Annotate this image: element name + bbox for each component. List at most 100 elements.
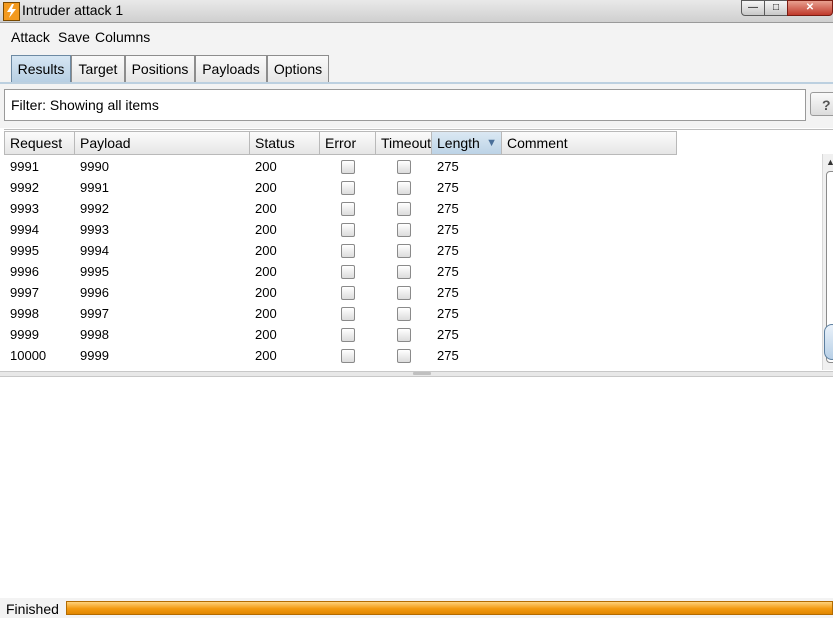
tab-payloads[interactable]: Payloads <box>195 55 267 82</box>
error-checkbox <box>341 244 355 258</box>
window-title: Intruder attack 1 <box>22 2 124 18</box>
column-header-comment[interactable]: Comment <box>502 131 677 155</box>
cell-length: 275 <box>437 180 459 195</box>
cell-request: 9999 <box>10 327 39 342</box>
column-header-timeout[interactable]: Timeout <box>376 131 432 155</box>
error-checkbox <box>341 349 355 363</box>
menu-columns[interactable]: Columns <box>95 29 150 45</box>
table-row[interactable]: 9993 9992 200 275 <box>4 198 677 219</box>
cell-payload: 9991 <box>80 180 109 195</box>
column-header-status[interactable]: Status <box>250 131 320 155</box>
tab-bar: Results Target Positions Payloads Option… <box>0 51 833 84</box>
cell-status: 200 <box>255 180 277 195</box>
cell-payload: 9994 <box>80 243 109 258</box>
splitter-grip[interactable] <box>413 372 431 375</box>
cell-payload: 9999 <box>80 348 109 363</box>
status-label: Finished <box>6 601 59 617</box>
column-header-request[interactable]: Request <box>4 131 75 155</box>
cell-request: 9997 <box>10 285 39 300</box>
cell-status: 200 <box>255 159 277 174</box>
timeout-checkbox <box>397 202 411 216</box>
cell-status: 200 <box>255 222 277 237</box>
table-row[interactable]: 9996 9995 200 275 <box>4 261 677 282</box>
cell-payload: 9995 <box>80 264 109 279</box>
cell-length: 275 <box>437 264 459 279</box>
cell-status: 200 <box>255 306 277 321</box>
cell-request: 9993 <box>10 201 39 216</box>
vertical-scrollbar[interactable]: ▲ <box>822 154 833 370</box>
table-row[interactable]: 9998 9997 200 275 <box>4 303 677 324</box>
progress-bar <box>66 601 833 615</box>
cell-length: 275 <box>437 222 459 237</box>
cell-length: 275 <box>437 327 459 342</box>
error-checkbox <box>341 286 355 300</box>
burp-lightning-icon <box>3 2 20 21</box>
error-checkbox <box>341 202 355 216</box>
filter-area: Filter: Showing all items ? <box>0 84 833 128</box>
menu-bar: Attack Save Columns <box>0 23 833 51</box>
filter-bar[interactable]: Filter: Showing all items <box>4 89 806 121</box>
error-checkbox <box>341 181 355 195</box>
cell-length: 275 <box>437 348 459 363</box>
close-button[interactable]: ✕ <box>787 0 833 16</box>
cell-length: 275 <box>437 201 459 216</box>
tab-target[interactable]: Target <box>71 55 125 82</box>
error-checkbox <box>341 223 355 237</box>
timeout-checkbox <box>397 286 411 300</box>
cell-request: 9991 <box>10 159 39 174</box>
cell-payload: 9990 <box>80 159 109 174</box>
column-header-length[interactable]: Length ▼ <box>432 131 502 155</box>
cell-status: 200 <box>255 327 277 342</box>
column-header-payload[interactable]: Payload <box>75 131 250 155</box>
help-button[interactable]: ? <box>810 92 833 116</box>
table-row[interactable]: 9992 9991 200 275 <box>4 177 677 198</box>
column-header-length-label: Length <box>437 135 480 151</box>
filter-text: Filter: Showing all items <box>11 97 159 113</box>
timeout-checkbox <box>397 223 411 237</box>
table-row[interactable]: 9994 9993 200 275 <box>4 219 677 240</box>
status-bar: Finished <box>0 598 833 618</box>
timeout-checkbox <box>397 328 411 342</box>
pane-splitter[interactable] <box>0 371 833 377</box>
table-row[interactable]: 9997 9996 200 275 <box>4 282 677 303</box>
timeout-checkbox <box>397 181 411 195</box>
cell-payload: 9992 <box>80 201 109 216</box>
cell-payload: 9996 <box>80 285 109 300</box>
tab-options[interactable]: Options <box>267 55 329 82</box>
cell-request: 9995 <box>10 243 39 258</box>
timeout-checkbox <box>397 244 411 258</box>
arrow-up-icon[interactable]: ▲ <box>823 156 833 168</box>
table-row[interactable]: 9995 9994 200 275 <box>4 240 677 261</box>
error-checkbox <box>341 328 355 342</box>
cell-status: 200 <box>255 285 277 300</box>
menu-attack[interactable]: Attack <box>11 29 50 45</box>
minimize-button[interactable]: — <box>741 0 765 16</box>
window-title-bar: Intruder attack 1 — □ ✕ <box>0 0 833 23</box>
timeout-checkbox <box>397 307 411 321</box>
cell-status: 200 <box>255 243 277 258</box>
table-row[interactable]: 10000 9999 200 275 <box>4 345 677 366</box>
error-checkbox <box>341 265 355 279</box>
cell-payload: 9998 <box>80 327 109 342</box>
scroll-thumb[interactable] <box>824 324 833 360</box>
cell-payload: 9997 <box>80 306 109 321</box>
cell-request: 9994 <box>10 222 39 237</box>
maximize-button[interactable]: □ <box>764 0 788 16</box>
cell-length: 275 <box>437 159 459 174</box>
table-row[interactable]: 9999 9998 200 275 <box>4 324 677 345</box>
cell-request: 9992 <box>10 180 39 195</box>
cell-length: 275 <box>437 243 459 258</box>
tab-positions[interactable]: Positions <box>125 55 195 82</box>
cell-request: 9996 <box>10 264 39 279</box>
column-header-error[interactable]: Error <box>320 131 376 155</box>
table-row[interactable]: 9991 9990 200 275 <box>4 156 677 177</box>
tab-results[interactable]: Results <box>11 55 71 82</box>
table-body: 9991 9990 200 275 9992 9991 200 275 9993 9992 200 2… <box>4 156 677 366</box>
sort-descending-icon: ▼ <box>486 137 497 149</box>
cell-length: 275 <box>437 306 459 321</box>
results-table: Request Payload Status Error Timeout Len… <box>4 129 833 372</box>
error-checkbox <box>341 160 355 174</box>
error-checkbox <box>341 307 355 321</box>
timeout-checkbox <box>397 349 411 363</box>
menu-save[interactable]: Save <box>58 29 90 45</box>
